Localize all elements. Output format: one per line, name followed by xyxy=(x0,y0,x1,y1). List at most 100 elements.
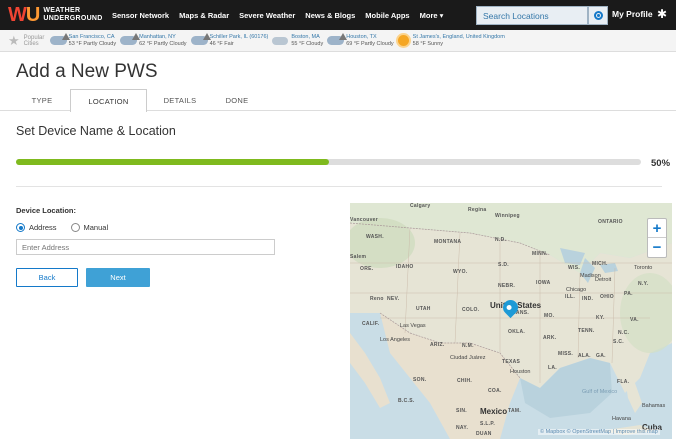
divider xyxy=(16,186,662,187)
cloud-icon xyxy=(190,33,211,45)
tab-type[interactable]: TYPE xyxy=(14,89,70,111)
radio-manual-label[interactable]: Manual xyxy=(84,223,109,232)
nav-sensor-network[interactable]: Sensor Network xyxy=(112,11,169,20)
logo-text: WEATHER UNDERGROUND xyxy=(43,7,103,22)
map-label: Reno xyxy=(370,296,384,302)
map-label: Calgary xyxy=(410,203,431,209)
map-label: ONTARIO xyxy=(598,219,623,225)
location-mode-radio-group: Address Manual xyxy=(16,223,122,232)
progress-bar xyxy=(16,159,641,165)
popular-cities-bar: ★ Popular Cities San Francisco, CA 53 °F … xyxy=(0,30,676,52)
map-label: SON. xyxy=(413,377,427,383)
map-label: COA. xyxy=(488,388,502,394)
wunderground-logo[interactable]: WU WEATHER UNDERGROUND xyxy=(8,5,112,25)
map-label: MISS. xyxy=(558,351,574,357)
map-label: VA. xyxy=(630,317,639,323)
map-label: TAM. xyxy=(508,408,522,414)
map-label: DUAN xyxy=(476,431,492,437)
map-label: Havana xyxy=(612,416,631,422)
radio-address-label[interactable]: Address xyxy=(29,223,57,232)
city-manhattan[interactable]: Manhattan, NY 62 °F Partly Cloudy xyxy=(120,33,187,47)
map-label: S.L.P. xyxy=(480,421,496,427)
main-nav: Sensor Network Maps & Radar Severe Weath… xyxy=(112,11,453,20)
map-label: KY. xyxy=(596,315,605,321)
map-label: Vancouver xyxy=(350,217,378,223)
sun-icon xyxy=(397,35,409,46)
nav-news-blogs[interactable]: News & Blogs xyxy=(305,11,355,20)
map-label: Regina xyxy=(468,207,487,213)
map-attribution[interactable]: © Mapbox © OpenStreetMap | Improve this … xyxy=(538,429,660,435)
cloud-icon xyxy=(272,36,289,45)
map-label: ALA. xyxy=(578,353,591,359)
map-label: N.M. xyxy=(462,343,474,349)
section-title: Set Device Name & Location xyxy=(16,124,176,138)
map-label: N.Y. xyxy=(638,281,649,287)
address-input[interactable] xyxy=(16,239,275,255)
gear-icon[interactable]: ✱ xyxy=(657,7,667,21)
location-map[interactable]: Calgary Regina Winnipeg Vancouver WASH. … xyxy=(350,203,672,439)
map-label: Las Vegas xyxy=(400,323,426,329)
next-button[interactable]: Next xyxy=(86,268,150,287)
nav-mobile-apps[interactable]: Mobile Apps xyxy=(365,11,409,20)
popular-cities-label: Popular Cities xyxy=(23,34,45,47)
map-label: WASH. xyxy=(366,234,384,240)
page-title: Add a New PWS xyxy=(16,61,158,82)
city-schiller-park[interactable]: Schiller Park, IL (60176) 46 °F Fair xyxy=(190,33,268,47)
map-label: Chicago xyxy=(566,287,587,293)
target-icon xyxy=(593,11,603,20)
map-label: CALIF. xyxy=(362,321,380,327)
city-boston[interactable]: Boston, MA 55 °F Cloudy xyxy=(272,34,323,47)
progress-label: 50% xyxy=(651,158,671,169)
nav-severe-weather[interactable]: Severe Weather xyxy=(239,11,295,20)
city-st-james[interactable]: St James's, England, United Kingdom 58 °F… xyxy=(397,34,505,47)
map-label: WYO. xyxy=(453,269,468,275)
map-label: NEBR. xyxy=(498,283,516,289)
map-label: MINN. xyxy=(532,251,548,257)
map-label: PA. xyxy=(624,291,633,297)
map-label: Houston xyxy=(510,369,531,375)
map-label: GA. xyxy=(596,353,606,359)
progress-fill xyxy=(16,159,329,165)
search-input[interactable]: Search Locations xyxy=(476,6,588,25)
map-label: ORE. xyxy=(360,266,374,272)
map-label: Ciudad Juárez xyxy=(450,355,486,361)
map-label: TEXAS xyxy=(502,359,521,365)
map-label: S.D. xyxy=(498,262,509,268)
logo-mark: WU xyxy=(8,4,40,26)
map-label: Bahamas xyxy=(642,403,666,409)
zoom-in-button[interactable]: + xyxy=(648,219,666,238)
star-icon[interactable]: ★ xyxy=(8,33,20,49)
map-label: ARIZ. xyxy=(430,342,445,348)
map-label: ILL. xyxy=(565,294,576,300)
map-label: Winnipeg xyxy=(495,213,520,219)
map-label: Detroit xyxy=(595,277,612,283)
map-label: SIN. xyxy=(456,408,467,414)
map-label: MONTANA xyxy=(434,239,462,245)
map-label: IOWA xyxy=(536,280,551,286)
radio-manual[interactable] xyxy=(70,223,80,232)
tab-location[interactable]: LOCATION xyxy=(70,89,147,112)
locate-button[interactable] xyxy=(588,6,608,25)
map-label: NEV. xyxy=(387,296,400,302)
city-houston[interactable]: Houston, TX 69 °F Partly Cloudy xyxy=(327,33,394,47)
map-label: NAY. xyxy=(456,425,469,431)
map-label: UTAH xyxy=(416,306,431,312)
cloud-icon xyxy=(49,33,70,45)
city-san-francisco[interactable]: San Francisco, CA 53 °F Partly Cloudy xyxy=(49,33,116,47)
tab-details[interactable]: DETAILS xyxy=(150,89,210,111)
tab-done[interactable]: DONE xyxy=(212,89,262,111)
nav-more-dropdown[interactable]: More xyxy=(420,11,444,20)
map-label: S.C. xyxy=(613,339,624,345)
radio-address[interactable] xyxy=(16,223,25,232)
map-label: Salem xyxy=(350,254,367,260)
wizard-tabs: TYPE LOCATION DETAILS DONE xyxy=(0,89,676,112)
map-label: N.C. xyxy=(618,330,630,336)
map-label: LA. xyxy=(548,365,557,371)
map-label: CHIH. xyxy=(457,378,473,384)
back-button[interactable]: Back xyxy=(16,268,78,287)
nav-maps-radar[interactable]: Maps & Radar xyxy=(179,11,229,20)
map-label: N.D. xyxy=(495,237,507,243)
my-profile-link[interactable]: My Profile xyxy=(612,9,653,19)
map-label: B.C.S. xyxy=(398,398,415,404)
zoom-out-button[interactable]: − xyxy=(648,238,666,257)
